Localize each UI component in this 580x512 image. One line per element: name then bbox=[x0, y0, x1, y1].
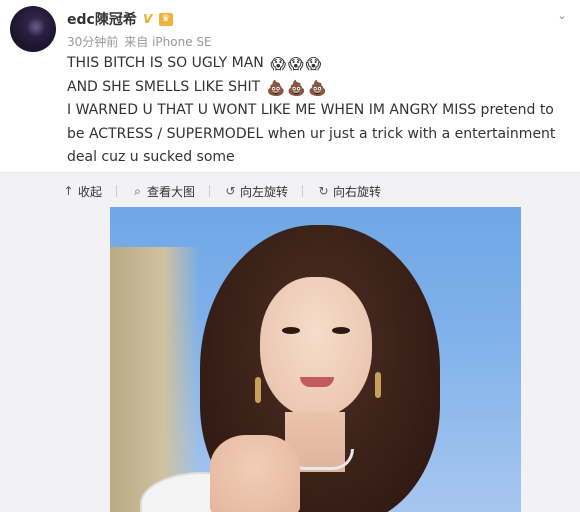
username[interactable]: edc陳冠希 bbox=[67, 9, 137, 29]
post-meta: 30分钟前 来自 iPhone SE bbox=[67, 33, 212, 50]
toolbar-divider bbox=[302, 185, 304, 197]
scream-emoji-icon: 😱 bbox=[305, 55, 322, 73]
post-time[interactable]: 30分钟前 bbox=[67, 33, 118, 50]
view-large-button[interactable]: ⌕ 查看大图 bbox=[131, 183, 195, 200]
poop-emoji-icon: 💩 bbox=[287, 78, 307, 97]
photo-eye bbox=[282, 327, 300, 334]
rotate-right-icon: ↻ bbox=[318, 183, 329, 198]
post-header: edc陳冠希 V ♛ bbox=[67, 9, 173, 29]
search-icon: ⌕ bbox=[134, 183, 141, 198]
weibo-post-card: edc陳冠希 V ♛ ⌄ 30分钟前 来自 iPhone SE THIS BIT… bbox=[0, 0, 580, 512]
toolbar-divider bbox=[209, 185, 211, 197]
post-line-3: I WARNED U THAT U WONT LIKE ME WHEN IM A… bbox=[67, 102, 556, 165]
photo-earring bbox=[375, 372, 381, 398]
rotate-left-button[interactable]: ↺ 向左旋转 bbox=[224, 183, 289, 200]
media-toolbar: ↑ 收起 ⌕ 查看大图 ↺ 向左旋转 ↻ 向右旋转 bbox=[62, 181, 381, 201]
rotate-left-label: 向左旋转 bbox=[240, 184, 289, 199]
verified-v-icon: V bbox=[143, 12, 153, 26]
avatar[interactable] bbox=[10, 6, 56, 52]
toolbar-divider bbox=[116, 185, 118, 197]
rotate-left-icon: ↺ bbox=[225, 183, 236, 198]
rotate-right-button[interactable]: ↻ 向右旋转 bbox=[317, 183, 382, 200]
poop-emoji-icon: 💩 bbox=[266, 78, 286, 97]
post-source: 来自 iPhone SE bbox=[124, 35, 212, 49]
photo-face bbox=[260, 277, 372, 417]
post-line-2: AND SHE SMELLS LIKE SHIT 💩 💩 💩 bbox=[67, 78, 327, 97]
photo-mouth bbox=[300, 377, 334, 387]
photo-hand bbox=[210, 435, 300, 512]
collapse-label: 收起 bbox=[78, 184, 103, 199]
collapse-button[interactable]: ↑ 收起 bbox=[62, 183, 102, 200]
poop-emoji-icon: 💩 bbox=[308, 78, 327, 97]
up-arrow-icon: ↑ bbox=[63, 183, 74, 198]
view-large-label: 查看大图 bbox=[147, 184, 196, 199]
chevron-down-icon[interactable]: ⌄ bbox=[556, 10, 568, 22]
scream-emoji-icon: 😱 bbox=[270, 55, 286, 73]
post-photo[interactable] bbox=[110, 207, 521, 512]
avatar-image bbox=[28, 16, 44, 38]
media-viewer: ↑ 收起 ⌕ 查看大图 ↺ 向左旋转 ↻ 向右旋转 bbox=[0, 172, 580, 512]
photo-eye bbox=[332, 327, 350, 334]
post-body: THIS BITCH IS SO UGLY MAN 😱 😱 😱 AND SHE SM… bbox=[67, 52, 567, 170]
photo-earring bbox=[255, 377, 261, 403]
scream-emoji-icon: 😱 bbox=[287, 55, 304, 73]
rotate-right-label: 向右旋转 bbox=[333, 184, 382, 199]
member-badge-icon: ♛ bbox=[158, 12, 173, 26]
post-line-1: THIS BITCH IS SO UGLY MAN 😱 😱 😱 bbox=[67, 55, 322, 73]
